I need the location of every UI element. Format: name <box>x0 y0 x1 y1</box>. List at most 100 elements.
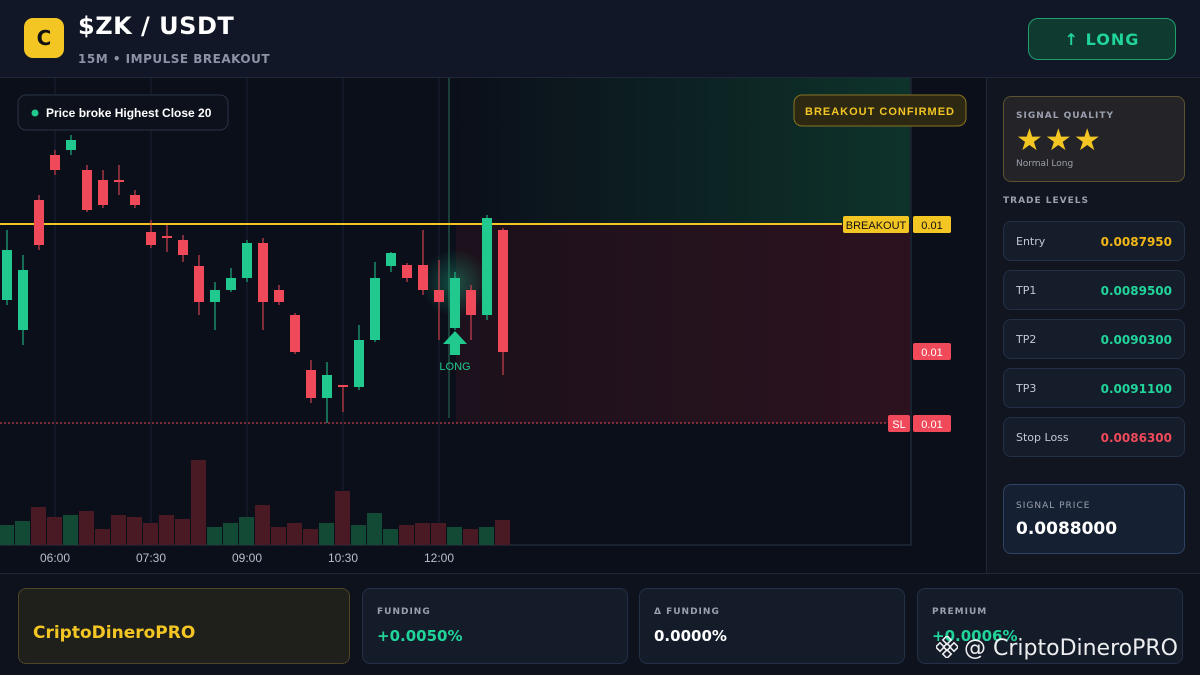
last-price-tag: 0.01 <box>921 347 942 359</box>
level-name: TP1 <box>1016 284 1037 297</box>
level-value: 0.0086300 <box>1100 431 1172 445</box>
candle-body <box>242 243 252 278</box>
signal-quality-label: SIGNAL QUALITY <box>1016 111 1114 121</box>
signal-price-value: 0.0088000 <box>1016 519 1118 539</box>
breakout-price-tag: 0.01 <box>921 220 942 232</box>
candle-body <box>370 278 380 340</box>
volume-bar <box>175 519 190 545</box>
candle-body <box>466 290 476 315</box>
time-axis-label: 06:00 <box>40 551 70 565</box>
volume-bar <box>127 517 142 545</box>
volume-bar <box>351 525 366 545</box>
stat-value: 0.0000% <box>654 627 727 645</box>
level-value: 0.0090300 <box>1100 333 1172 347</box>
volume-bar <box>447 527 462 545</box>
volume-bar <box>495 520 510 545</box>
chart-canvas[interactable]: LONG BREAKOUT 0.01 0.01 SL 0.01 06:00 07:… <box>0 78 986 573</box>
note-pill-text: Price broke Highest Close 20 <box>46 106 212 120</box>
volume-bar <box>479 527 494 545</box>
candle-body <box>98 180 108 205</box>
volume-bar <box>111 515 126 545</box>
signal-quality-sub: Normal Long <box>1016 159 1074 169</box>
level-value: 0.0087950 <box>1100 235 1172 249</box>
volume-bar <box>431 523 446 545</box>
candle-body <box>34 200 44 245</box>
watermark: @ CriptoDineroPRO <box>934 634 1178 661</box>
note-dot-icon <box>31 109 39 117</box>
brand-name: CriptoDineroPRO <box>33 623 196 643</box>
candle-body <box>114 180 124 182</box>
volume-bar <box>415 523 430 545</box>
candle-body <box>130 195 140 205</box>
volume-bar <box>159 515 174 545</box>
breakout-tag-label: BREAKOUT <box>846 220 907 232</box>
trade-levels-title: TRADE LEVELS <box>1003 196 1089 206</box>
breakout-badge: BREAKOUT CONFIRMED <box>805 106 955 118</box>
funding-card: FUNDING +0.0050% <box>362 588 628 664</box>
volume-bar <box>367 513 382 545</box>
volume-bar <box>63 515 78 545</box>
volume-bar <box>191 460 206 545</box>
candle-body <box>434 290 444 302</box>
level-stop-loss: Stop Loss 0.0086300 <box>1003 417 1185 457</box>
volume-bar <box>399 525 414 545</box>
level-value: 0.0089500 <box>1100 284 1172 298</box>
level-name: Stop Loss <box>1016 431 1069 444</box>
pair-title: $ZK / USDT <box>78 12 235 40</box>
stat-label: PREMIUM <box>932 607 988 617</box>
candle-body <box>306 370 316 398</box>
coin-logo: C <box>24 18 64 58</box>
volume-bar <box>463 529 478 545</box>
volume-bar <box>239 517 254 545</box>
candle-body <box>18 270 28 330</box>
candle-body <box>82 170 92 210</box>
volume-bar <box>271 527 286 545</box>
candle-body <box>402 265 412 278</box>
level-tp2: TP2 0.0090300 <box>1003 319 1185 359</box>
volume-bar <box>303 529 318 545</box>
header-bar: C $ZK / USDT 15M • IMPULSE BREAKOUT ↑ LO… <box>0 0 1200 78</box>
volume-bar <box>319 523 334 545</box>
candle-body <box>146 232 156 245</box>
volume-bar <box>287 523 302 545</box>
level-value: 0.0091100 <box>1100 382 1172 396</box>
volume-bar <box>31 507 46 545</box>
signal-price-card: SIGNAL PRICE 0.0088000 <box>1003 484 1185 554</box>
candle-body <box>274 290 284 302</box>
long-marker-label: LONG <box>439 361 470 373</box>
candle-body <box>258 243 268 302</box>
brand-card: CriptoDineroPRO <box>18 588 350 664</box>
volume-bar <box>0 525 14 545</box>
volume-bar <box>383 529 398 545</box>
level-tp1: TP1 0.0089500 <box>1003 270 1185 310</box>
volume-bar <box>335 491 350 545</box>
signal-price-label: SIGNAL PRICE <box>1016 501 1091 511</box>
candle-body <box>450 278 460 328</box>
binance-logo-icon <box>934 634 960 660</box>
long-signal-button[interactable]: ↑ LONG <box>1028 18 1176 60</box>
watermark-text: @ CriptoDineroPRO <box>964 636 1178 661</box>
candle-body <box>2 250 12 300</box>
sl-tag-label: SL <box>892 419 905 431</box>
candle-body <box>482 218 492 315</box>
candle-body <box>354 340 364 387</box>
candle-body <box>194 266 204 302</box>
time-axis-label: 12:00 <box>424 551 454 565</box>
candle-body <box>162 236 172 238</box>
price-chart[interactable]: LONG BREAKOUT 0.01 0.01 SL 0.01 06:00 07:… <box>0 78 986 609</box>
star-rating-icon: ★★★ <box>1016 123 1103 158</box>
candle-body <box>210 290 220 302</box>
candle-body <box>226 278 236 290</box>
volume-bar <box>143 523 158 545</box>
volume-bar <box>223 523 238 545</box>
level-tp3: TP3 0.0091100 <box>1003 368 1185 408</box>
volume-bar <box>15 521 30 545</box>
sl-zone <box>456 224 910 423</box>
time-axis-label: 10:30 <box>328 551 358 565</box>
signal-subtitle: 15M • IMPULSE BREAKOUT <box>78 52 271 66</box>
delta-funding-card: Δ FUNDING 0.0000% <box>639 588 905 664</box>
candle-body <box>418 265 428 290</box>
signal-quality-card: SIGNAL QUALITY ★★★ Normal Long <box>1003 96 1185 182</box>
stat-label: Δ FUNDING <box>654 607 720 617</box>
candle-body <box>338 385 348 387</box>
